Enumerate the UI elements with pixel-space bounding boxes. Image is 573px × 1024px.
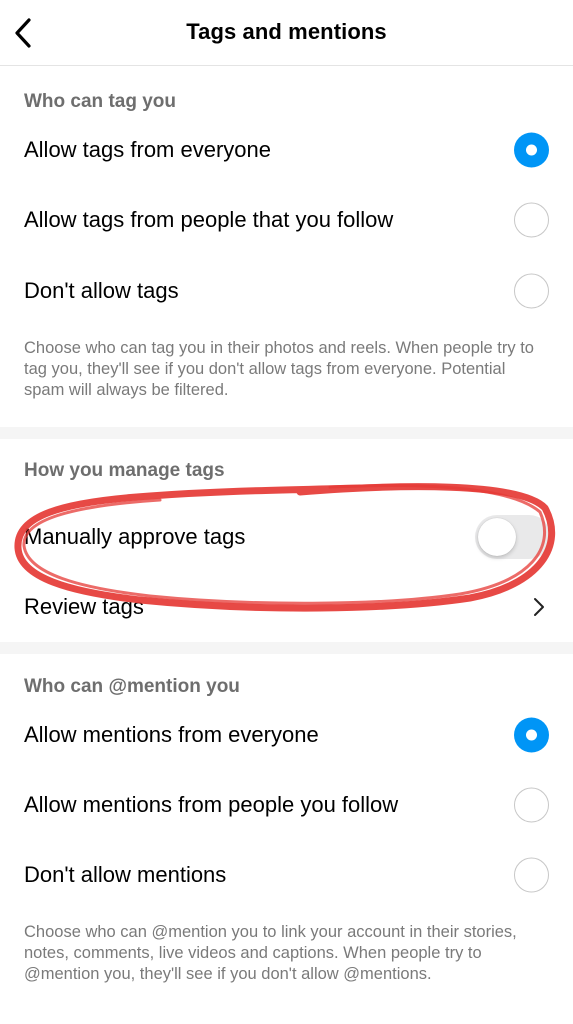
option-dont-allow-tags[interactable]: Don't allow tags — [0, 256, 573, 326]
section-divider — [0, 427, 573, 439]
chevron-right-icon — [534, 598, 544, 616]
review-tags-label: Review tags — [24, 594, 144, 619]
section-label-manage-tags: How you manage tags — [24, 460, 225, 481]
section-label-who-can-mention: Who can @mention you — [24, 676, 240, 697]
option-allow-mentions-everyone[interactable]: Allow mentions from everyone — [0, 700, 573, 770]
radio-selected-icon[interactable] — [514, 132, 549, 168]
manually-approve-toggle[interactable] — [475, 515, 551, 559]
manually-approve-tags-row[interactable]: Manually approve tags — [0, 502, 573, 572]
option-label: Don't allow tags — [24, 278, 179, 303]
header: Tags and mentions — [0, 0, 573, 66]
option-allow-tags-everyone[interactable]: Allow tags from everyone — [0, 115, 573, 185]
page-title: Tags and mentions — [186, 19, 387, 44]
section-label-who-can-tag: Who can tag you — [24, 91, 176, 112]
option-label: Don't allow mentions — [24, 862, 227, 887]
option-allow-mentions-following[interactable]: Allow mentions from people you follow — [0, 770, 573, 840]
radio-unselected-icon[interactable] — [514, 273, 549, 309]
tags-and-mentions-screen: Tags and mentions Who can tag you Allow … — [0, 0, 573, 1024]
radio-unselected-icon[interactable] — [514, 202, 549, 238]
radio-selected-icon[interactable] — [514, 717, 549, 753]
radio-unselected-icon[interactable] — [514, 787, 549, 823]
option-label: Allow tags from everyone — [24, 137, 271, 162]
option-label: Allow mentions from people you follow — [24, 792, 399, 817]
option-dont-allow-mentions[interactable]: Don't allow mentions — [0, 840, 573, 910]
mentions-helper-text: Choose who can @mention you to link your… — [24, 923, 517, 983]
option-label: Allow mentions from everyone — [24, 722, 319, 747]
section-divider — [0, 642, 573, 654]
tags-helper-text: Choose who can tag you in their photos a… — [24, 339, 534, 399]
review-tags-row[interactable]: Review tags — [0, 572, 573, 642]
option-allow-tags-following[interactable]: Allow tags from people that you follow — [0, 185, 573, 255]
radio-unselected-icon[interactable] — [514, 857, 549, 893]
toggle-knob — [478, 518, 516, 556]
manually-approve-label: Manually approve tags — [24, 524, 246, 549]
option-label: Allow tags from people that you follow — [24, 207, 394, 232]
